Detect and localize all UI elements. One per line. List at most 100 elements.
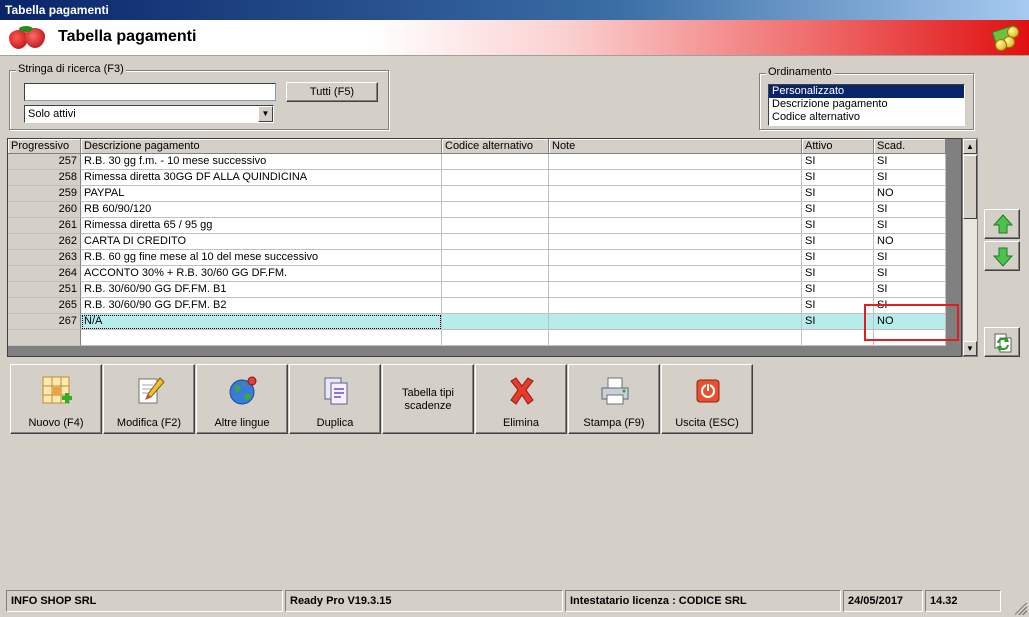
cell-scad[interactable]: SI	[874, 170, 946, 186]
delete-button[interactable]: Elimina	[475, 364, 567, 434]
cell-scad[interactable]: NO	[874, 186, 946, 202]
cell-scad[interactable]: SI	[874, 282, 946, 298]
table-row[interactable]: 265 R.B. 30/60/90 GG DF.FM. B2 SI SI	[8, 298, 946, 314]
filter-select-value: Solo attivi	[28, 108, 76, 120]
cell-scad[interactable]: SI	[874, 202, 946, 218]
column-header-attivo[interactable]: Attivo	[802, 139, 874, 154]
cell-codice[interactable]	[442, 282, 549, 298]
cell-descrizione[interactable]: Rimessa diretta 30GG DF ALLA QUINDICINA	[81, 170, 442, 186]
cell-attivo[interactable]: SI	[802, 282, 874, 298]
table-row-selected[interactable]: 267 N/A SI NO	[8, 314, 946, 330]
show-all-button[interactable]: Tutti (F5)	[286, 82, 378, 102]
filter-select[interactable]: Solo attivi ▼	[24, 105, 274, 123]
cell-attivo[interactable]: SI	[802, 250, 874, 266]
cell-note[interactable]	[549, 154, 802, 170]
cell-descrizione[interactable]: N/A	[81, 314, 442, 330]
cell-codice[interactable]	[442, 154, 549, 170]
table-row[interactable]: 259 PAYPAL SI NO	[8, 186, 946, 202]
cell-attivo[interactable]: SI	[802, 186, 874, 202]
cell-note[interactable]	[549, 202, 802, 218]
cell-note[interactable]	[549, 266, 802, 282]
cell-note[interactable]	[549, 250, 802, 266]
cell-scad[interactable]: SI	[874, 154, 946, 170]
table-row-new[interactable]	[8, 330, 946, 346]
cell-scad[interactable]: SI	[874, 250, 946, 266]
refresh-button[interactable]	[984, 327, 1020, 357]
cell-descrizione[interactable]: R.B. 30 gg f.m. - 10 mese successivo	[81, 154, 442, 170]
cell-descrizione[interactable]: PAYPAL	[81, 186, 442, 202]
cell-descrizione[interactable]: R.B. 30/60/90 GG DF.FM. B2	[81, 298, 442, 314]
column-header-codice[interactable]: Codice alternativo	[442, 139, 549, 154]
payments-grid[interactable]: Progressivo Descrizione pagamento Codice…	[7, 138, 962, 357]
cell-scad[interactable]: SI	[874, 218, 946, 234]
print-button[interactable]: Stampa (F9)	[568, 364, 660, 434]
exit-button[interactable]: Uscita (ESC)	[661, 364, 753, 434]
cell-note[interactable]	[549, 298, 802, 314]
cell-attivo[interactable]: SI	[802, 266, 874, 282]
resize-grip-icon[interactable]	[1015, 603, 1027, 615]
cell-note[interactable]	[549, 234, 802, 250]
scroll-up-icon[interactable]: ▲	[963, 139, 977, 154]
due-types-table-button[interactable]: Tabella tipi scadenze	[382, 364, 474, 434]
cell-codice[interactable]	[442, 298, 549, 314]
cell-descrizione[interactable]: R.B. 60 gg fine mese al 10 del mese succ…	[81, 250, 442, 266]
cell-codice[interactable]	[442, 218, 549, 234]
table-row[interactable]: 263 R.B. 60 gg fine mese al 10 del mese …	[8, 250, 946, 266]
ordering-option-codice[interactable]: Codice alternativo	[769, 111, 964, 124]
cell-codice[interactable]	[442, 250, 549, 266]
scrollbar-thumb[interactable]	[963, 155, 977, 219]
cell-note[interactable]	[549, 282, 802, 298]
cell-codice[interactable]	[442, 202, 549, 218]
column-header-note[interactable]: Note	[549, 139, 802, 154]
cell-codice[interactable]	[442, 170, 549, 186]
cell-note[interactable]	[549, 170, 802, 186]
cell-descrizione[interactable]	[81, 330, 442, 346]
table-row[interactable]: 264 ACCONTO 30% + R.B. 30/60 GG DF.FM. S…	[8, 266, 946, 282]
cell-note[interactable]	[549, 186, 802, 202]
column-header-descrizione[interactable]: Descrizione pagamento	[81, 139, 442, 154]
cell-note[interactable]	[549, 218, 802, 234]
cell-descrizione[interactable]: R.B. 30/60/90 GG DF.FM. B1	[81, 282, 442, 298]
cell-scad[interactable]: SI	[874, 266, 946, 282]
table-row[interactable]: 262 CARTA DI CREDITO SI NO	[8, 234, 946, 250]
column-header-scad[interactable]: Scad.	[874, 139, 946, 154]
edit-button[interactable]: Modifica (F2)	[103, 364, 195, 434]
ordering-option-descrizione[interactable]: Descrizione pagamento	[769, 98, 964, 111]
table-row[interactable]: 261 Rimessa diretta 65 / 95 gg SI SI	[8, 218, 946, 234]
move-up-button[interactable]	[984, 209, 1020, 239]
table-row[interactable]: 258 Rimessa diretta 30GG DF ALLA QUINDIC…	[8, 170, 946, 186]
ordering-list[interactable]: Personalizzato Descrizione pagamento Cod…	[768, 84, 965, 126]
cell-note[interactable]	[549, 330, 802, 346]
table-row[interactable]: 251 R.B. 30/60/90 GG DF.FM. B1 SI SI	[8, 282, 946, 298]
move-down-button[interactable]	[984, 241, 1020, 271]
cell-note[interactable]	[549, 314, 802, 330]
cell-descrizione[interactable]: CARTA DI CREDITO	[81, 234, 442, 250]
cell-attivo[interactable]: SI	[802, 154, 874, 170]
cell-codice[interactable]	[442, 234, 549, 250]
cell-attivo[interactable]: SI	[802, 202, 874, 218]
cell-attivo[interactable]: SI	[802, 234, 874, 250]
cell-codice[interactable]	[442, 314, 549, 330]
grid-scrollbar[interactable]: ▲ ▼	[962, 138, 978, 357]
scroll-down-icon[interactable]: ▼	[963, 341, 977, 356]
cell-codice[interactable]	[442, 330, 549, 346]
cell-descrizione[interactable]: ACCONTO 30% + R.B. 30/60 GG DF.FM.	[81, 266, 442, 282]
cell-codice[interactable]	[442, 186, 549, 202]
cell-attivo[interactable]: SI	[802, 218, 874, 234]
cell-descrizione[interactable]: RB 60/90/120	[81, 202, 442, 218]
duplicate-button[interactable]: Duplica	[289, 364, 381, 434]
other-languages-button[interactable]: Altre lingue	[196, 364, 288, 434]
chevron-down-icon[interactable]: ▼	[258, 106, 273, 122]
table-row[interactable]: 257 R.B. 30 gg f.m. - 10 mese successivo…	[8, 154, 946, 170]
status-license: Intestatario licenza : CODICE SRL	[565, 590, 841, 612]
cell-descrizione[interactable]: Rimessa diretta 65 / 95 gg	[81, 218, 442, 234]
table-row[interactable]: 260 RB 60/90/120 SI SI	[8, 202, 946, 218]
column-header-progressivo[interactable]: Progressivo	[8, 139, 81, 154]
new-button[interactable]: Nuovo (F4)	[10, 364, 102, 434]
cell-attivo[interactable]: SI	[802, 170, 874, 186]
cell-scad[interactable]: NO	[874, 234, 946, 250]
cell-codice[interactable]	[442, 266, 549, 282]
ordering-option-personalizzato[interactable]: Personalizzato	[769, 85, 964, 98]
window-title-bar[interactable]: Tabella pagamenti	[0, 0, 1029, 20]
search-input[interactable]	[24, 83, 276, 101]
